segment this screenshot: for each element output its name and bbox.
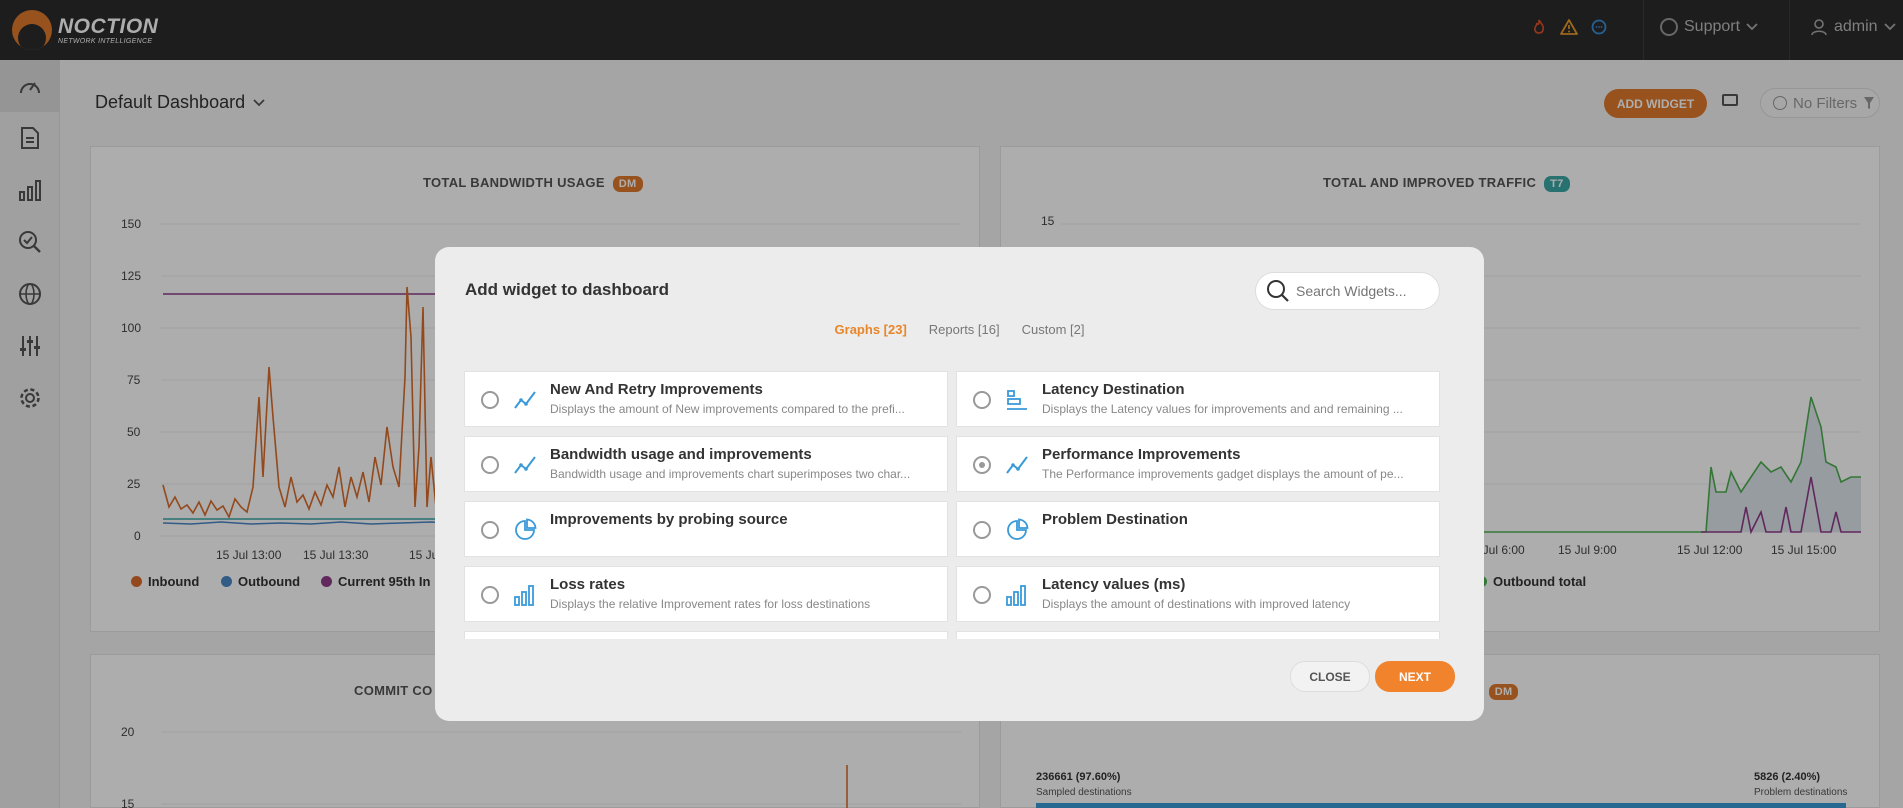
widget-option[interactable]: Latency Destination Displays the Latency…: [956, 371, 1440, 427]
tab-reports[interactable]: Reports [16]: [929, 322, 1000, 337]
bar-chart-icon: [1006, 585, 1026, 606]
bar-chart-icon: [514, 585, 534, 606]
horizontal-bar-icon: [1007, 390, 1027, 410]
radio-button[interactable]: [973, 586, 991, 604]
radio-button[interactable]: [973, 391, 991, 409]
widget-title: Bandwidth usage and improvements: [550, 446, 812, 463]
widget-title: Problem Destination: [1042, 511, 1188, 528]
widget-description: Displays the relative Improvement rates …: [550, 597, 871, 611]
widget-title: Latency values (ms): [1042, 576, 1186, 593]
search-input[interactable]: [1296, 283, 1431, 299]
line-chart-icon: [514, 456, 536, 474]
search-box[interactable]: [1255, 272, 1440, 310]
radio-button[interactable]: [481, 456, 499, 474]
pie-chart-icon: [1007, 518, 1029, 540]
widget-description: Displays the amount of destinations with…: [1042, 597, 1351, 611]
widget-option[interactable]: [956, 631, 1440, 639]
widget-option[interactable]: Bandwidth usage and improvements Bandwid…: [464, 436, 948, 492]
widget-description: The Performance improvements gadget disp…: [1042, 467, 1404, 481]
widget-title: New And Retry Improvements: [550, 381, 763, 398]
next-button[interactable]: NEXT: [1375, 661, 1455, 692]
widget-option[interactable]: [464, 631, 948, 639]
tab-graphs[interactable]: Graphs [23]: [835, 322, 907, 337]
line-chart-icon: [1006, 456, 1028, 474]
widget-title: Loss rates: [550, 576, 626, 593]
radio-button[interactable]: [481, 391, 499, 409]
radio-button[interactable]: [481, 586, 499, 604]
widget-list[interactable]: New And Retry Improvements Displays the …: [464, 371, 1441, 639]
add-widget-dialog: Add widget to dashboard Graphs [23] Repo…: [435, 247, 1484, 721]
widget-description: Displays the Latency values for improvem…: [1042, 402, 1403, 416]
widget-title: Performance Improvements: [1042, 446, 1241, 463]
radio-button-selected[interactable]: [973, 456, 991, 474]
widget-option[interactable]: New And Retry Improvements Displays the …: [464, 371, 948, 427]
dialog-title: Add widget to dashboard: [465, 280, 669, 299]
widget-description: Bandwidth usage and improvements chart s…: [550, 467, 911, 481]
radio-button[interactable]: [481, 521, 499, 539]
widget-option[interactable]: Problem Destination: [956, 501, 1440, 557]
close-button[interactable]: CLOSE: [1290, 661, 1370, 692]
widget-option[interactable]: Performance Improvements The Performance…: [956, 436, 1440, 492]
tab-custom[interactable]: Custom [2]: [1022, 322, 1085, 337]
widget-option[interactable]: Latency values (ms) Displays the amount …: [956, 566, 1440, 622]
widget-title: Improvements by probing source: [550, 511, 788, 528]
widget-option[interactable]: Loss rates Displays the relative Improve…: [464, 566, 948, 622]
pie-chart-icon: [515, 518, 537, 540]
widget-tabs: Graphs [23] Reports [16] Custom [2]: [435, 322, 1484, 337]
widget-option[interactable]: Improvements by probing source: [464, 501, 948, 557]
radio-button[interactable]: [973, 521, 991, 539]
search-icon: [1267, 280, 1289, 302]
widget-description: Displays the amount of New improvements …: [550, 402, 905, 416]
widget-title: Latency Destination: [1042, 381, 1185, 398]
line-chart-icon: [514, 391, 536, 409]
